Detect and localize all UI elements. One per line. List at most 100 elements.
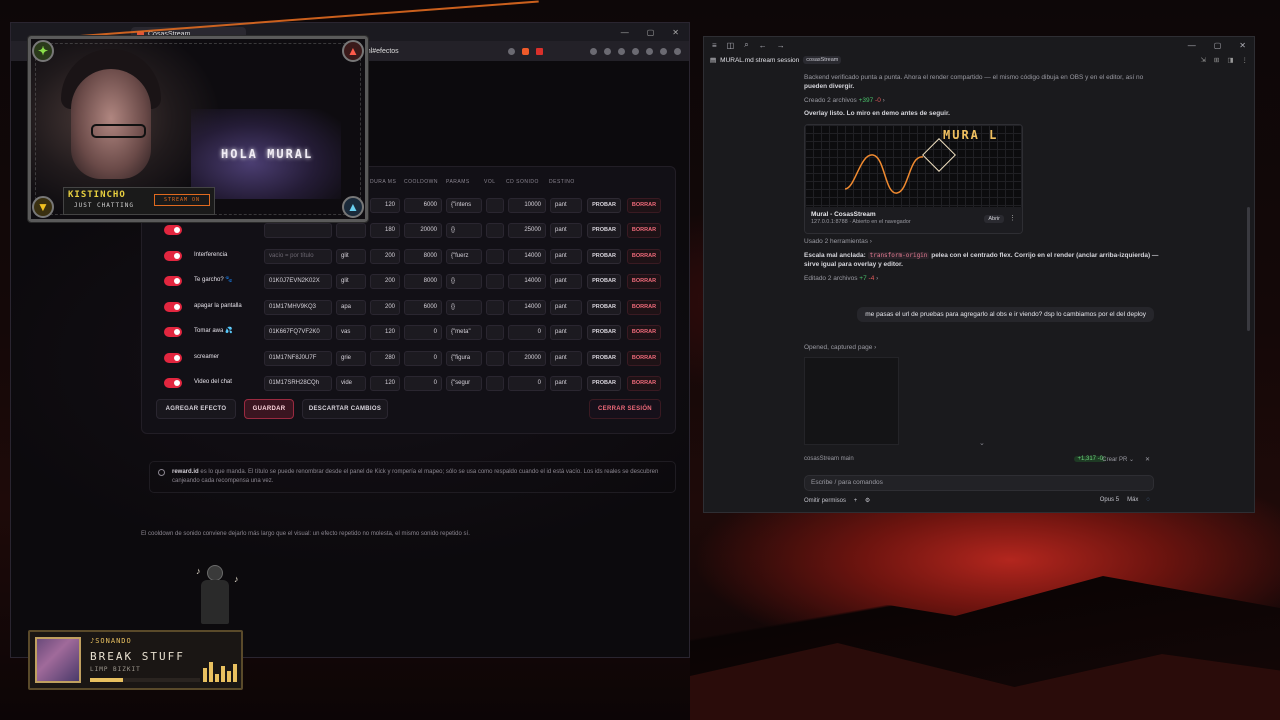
cooldown-field[interactable]: 0 — [404, 351, 442, 366]
volume-field[interactable] — [486, 325, 504, 340]
sound-cooldown-field[interactable]: 0 — [508, 376, 546, 391]
effect-name-field[interactable]: Interferencia — [190, 249, 260, 264]
captured-page-toggle[interactable]: Opened, captured page › — [804, 343, 876, 352]
test-button[interactable]: PROBAR — [587, 351, 621, 366]
tools-used-toggle[interactable]: Usado 2 herramientas › — [804, 237, 872, 246]
delete-button[interactable]: BORRAR — [627, 223, 661, 238]
page-preview-card[interactable]: MURA L Mural - CosasStream 127.0.0.1:878… — [804, 124, 1023, 234]
sidebar-icon[interactable] — [618, 47, 625, 55]
extension-icon[interactable] — [604, 47, 611, 55]
extension-icon[interactable] — [590, 47, 597, 55]
close-icon[interactable]: ✕ — [1239, 41, 1246, 50]
effect-name-field[interactable]: screamer — [190, 351, 260, 366]
save-button[interactable]: GUARDAR — [244, 399, 294, 419]
sound-cooldown-field[interactable]: 14000 — [508, 274, 546, 289]
enabled-toggle[interactable] — [164, 302, 182, 312]
duration-field[interactable]: 120 — [370, 376, 400, 391]
cooldown-field[interactable]: 20000 — [404, 223, 442, 238]
effect-type-select[interactable]: vide — [336, 376, 366, 391]
volume-field[interactable] — [486, 351, 504, 366]
enabled-toggle[interactable] — [164, 251, 182, 261]
files-edited-summary[interactable]: Editado 2 archivos +7 -4 › — [804, 274, 878, 283]
menu-icon[interactable] — [674, 47, 681, 55]
cooldown-field[interactable]: 8000 — [404, 249, 442, 264]
permissions-toggle[interactable]: Omitir permisos — [804, 498, 846, 504]
create-pr-button[interactable]: Crear PR ⌄ — [1102, 456, 1134, 463]
branch-icon[interactable]: ⇲ — [1200, 56, 1205, 64]
reward-id-field[interactable] — [264, 223, 332, 238]
enabled-toggle[interactable] — [164, 276, 182, 286]
volume-field[interactable] — [486, 198, 504, 213]
delete-button[interactable]: BORRAR — [627, 325, 661, 340]
volume-field[interactable] — [486, 274, 504, 289]
prompt-input[interactable]: Escribe / para comandos — [804, 475, 1154, 491]
delete-button[interactable]: BORRAR — [627, 351, 661, 366]
session-title[interactable]: MURAL.md stream session — [720, 57, 799, 64]
test-button[interactable]: PROBAR — [587, 376, 621, 391]
delete-button[interactable]: BORRAR — [627, 249, 661, 264]
duration-field[interactable]: 280 — [370, 351, 400, 366]
effect-type-select[interactable] — [336, 223, 366, 238]
reward-id-field[interactable]: 01M17NF8J0U7F — [264, 351, 332, 366]
volume-field[interactable] — [486, 223, 504, 238]
duration-field[interactable]: 200 — [370, 274, 400, 289]
add-effect-button[interactable]: AGREGAR EFECTO — [156, 399, 236, 419]
effect-type-select[interactable]: grie — [336, 351, 366, 366]
volume-field[interactable] — [486, 249, 504, 264]
delete-button[interactable]: BORRAR — [627, 300, 661, 315]
sound-cooldown-field[interactable]: 20000 — [508, 351, 546, 366]
minimize-icon[interactable]: — — [1188, 41, 1196, 50]
scroll-down-icon[interactable]: ⌄ — [979, 439, 985, 447]
reward-id-field[interactable]: 01K0J7EVN2K02X — [264, 274, 332, 289]
duration-field[interactable]: 200 — [370, 300, 400, 315]
destination-select[interactable]: pant — [550, 223, 582, 238]
effect-name-field[interactable]: Video del chat — [190, 376, 260, 391]
maximize-icon[interactable]: ▢ — [1214, 41, 1222, 50]
close-icon[interactable]: ✕ — [1145, 456, 1150, 463]
params-field[interactable]: {} — [446, 223, 482, 238]
effect-type-select[interactable]: glit — [336, 249, 366, 264]
effect-name-field[interactable] — [190, 223, 260, 238]
effect-type-select[interactable]: apa — [336, 300, 366, 315]
duration-field[interactable]: 120 — [370, 198, 400, 213]
brave-shield-icon[interactable] — [522, 47, 529, 55]
sound-cooldown-field[interactable]: 14000 — [508, 249, 546, 264]
open-button[interactable]: Abrir — [984, 215, 1004, 223]
close-icon[interactable]: ✕ — [672, 28, 679, 37]
diff-badge[interactable]: +1,317 -0 — [1074, 456, 1106, 462]
effect-type-select[interactable]: glit — [336, 274, 366, 289]
sidebar-toggle-icon[interactable]: ◫ — [727, 41, 735, 50]
key-icon[interactable] — [508, 47, 515, 55]
sound-cooldown-field[interactable]: 10000 — [508, 198, 546, 213]
effect-type-select[interactable]: vas — [336, 325, 366, 340]
enabled-toggle[interactable] — [164, 225, 182, 235]
discard-changes-button[interactable]: DESCARTAR CAMBIOS — [302, 399, 388, 419]
scrollbar[interactable] — [1247, 207, 1250, 331]
wallet-icon[interactable] — [646, 47, 653, 55]
destination-select[interactable]: pant — [550, 325, 582, 340]
params-field[interactable]: {"meta" — [446, 325, 482, 340]
duration-field[interactable]: 200 — [370, 249, 400, 264]
captured-page-thumbnail[interactable] — [804, 357, 899, 445]
effect-name-field[interactable]: apagar la pantalla — [190, 300, 260, 315]
effect-name-field[interactable]: Tomar awa 💦 — [190, 325, 260, 340]
cooldown-field[interactable]: 6000 — [404, 198, 442, 213]
minimize-icon[interactable]: — — [621, 28, 629, 37]
reward-id-field[interactable]: 01M17MHV9KQ3 — [264, 300, 332, 315]
more-icon[interactable]: ⋮ — [1009, 214, 1016, 222]
search-icon[interactable]: ⌕ — [744, 40, 748, 50]
cooldown-field[interactable]: 0 — [404, 325, 442, 340]
rewards-icon[interactable] — [536, 47, 543, 55]
grid-icon[interactable]: ⊞ — [1214, 56, 1219, 64]
test-button[interactable]: PROBAR — [587, 249, 621, 264]
params-field[interactable]: {"fuerz — [446, 249, 482, 264]
volume-field[interactable] — [486, 300, 504, 315]
menu-icon[interactable]: ≡ — [712, 41, 717, 50]
test-button[interactable]: PROBAR — [587, 325, 621, 340]
destination-select[interactable]: pant — [550, 376, 582, 391]
reward-id-field[interactable]: vacío = por título — [264, 249, 332, 264]
test-button[interactable]: PROBAR — [587, 274, 621, 289]
sound-cooldown-field[interactable]: 14000 — [508, 300, 546, 315]
destination-select[interactable]: pant — [550, 274, 582, 289]
enabled-toggle[interactable] — [164, 353, 182, 363]
